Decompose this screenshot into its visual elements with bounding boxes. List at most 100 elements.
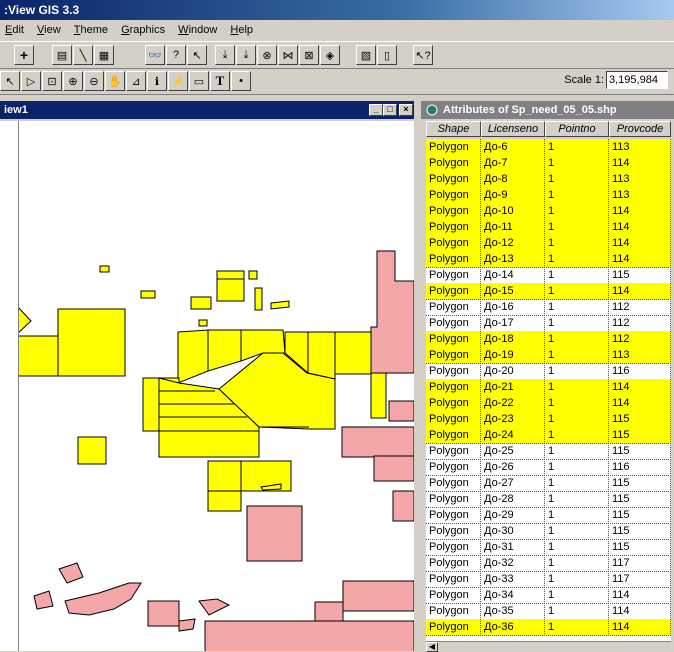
minimize-button[interactable]: _ bbox=[369, 104, 383, 116]
label-button[interactable]: ▭ bbox=[189, 71, 209, 91]
map-feature-selected[interactable] bbox=[207, 490, 242, 512]
table-row[interactable]: Polygon До-9 1 113 bbox=[426, 187, 671, 204]
measure-button[interactable]: ⊿ bbox=[126, 71, 146, 91]
map-feature[interactable] bbox=[64, 582, 142, 616]
table-row[interactable]: Polygon До-26 1 116 bbox=[426, 459, 671, 476]
table-row[interactable]: Polygon До-34 1 114 bbox=[426, 587, 671, 604]
pointer-button[interactable]: ↖ bbox=[0, 71, 20, 91]
menu-edit[interactable]: Edit bbox=[0, 21, 29, 39]
attribute-table[interactable]: Polygon До-6 1 113 Polygon До-7 1 114 Polygon До-… bbox=[426, 139, 671, 641]
menu-graphics[interactable]: Graphics bbox=[116, 21, 170, 39]
find-button[interactable]: 👓 bbox=[145, 45, 165, 65]
select-feature-button[interactable]: ⊡ bbox=[42, 71, 62, 91]
map-feature[interactable] bbox=[373, 455, 414, 482]
menu-view[interactable]: View bbox=[32, 21, 66, 39]
menu-theme[interactable]: Theme bbox=[69, 21, 113, 39]
map-canvas[interactable] bbox=[19, 121, 414, 651]
table-row[interactable]: Polygon До-22 1 114 bbox=[426, 395, 671, 412]
close-button[interactable]: × bbox=[399, 104, 413, 116]
table-row[interactable]: Polygon До-10 1 114 bbox=[426, 203, 671, 220]
query-button[interactable]: ? bbox=[166, 45, 186, 65]
map-feature-selected[interactable] bbox=[334, 331, 372, 375]
table-row[interactable]: Polygon До-11 1 114 bbox=[426, 219, 671, 236]
table-row[interactable]: Polygon До-15 1 114 bbox=[426, 283, 671, 300]
map-feature[interactable] bbox=[392, 490, 414, 522]
open-table-button[interactable]: ▯ bbox=[377, 45, 397, 65]
map-feature[interactable] bbox=[198, 598, 231, 616]
map-feature[interactable] bbox=[314, 601, 344, 623]
menu-window[interactable]: Window bbox=[173, 21, 222, 39]
table-row[interactable]: Polygon До-23 1 115 bbox=[426, 411, 671, 428]
table-row[interactable]: Polygon До-18 1 112 bbox=[426, 331, 671, 348]
table-row[interactable]: Polygon До-13 1 114 bbox=[426, 251, 671, 268]
table-row[interactable]: Polygon До-7 1 114 bbox=[426, 155, 671, 172]
select-button[interactable]: ↖ bbox=[187, 45, 207, 65]
map-feature-selected[interactable] bbox=[57, 308, 126, 377]
map-feature-selected[interactable] bbox=[198, 319, 208, 327]
table-row[interactable]: Polygon До-19 1 113 bbox=[426, 347, 671, 364]
table-row[interactable]: Polygon До-31 1 115 bbox=[426, 539, 671, 556]
zoom-previous-button[interactable]: ◈ bbox=[320, 45, 340, 65]
map-feature[interactable] bbox=[178, 618, 196, 632]
map-feature[interactable] bbox=[33, 590, 54, 610]
table-row[interactable]: Polygon До-32 1 117 bbox=[426, 555, 671, 572]
map-feature-selected[interactable] bbox=[19, 335, 59, 377]
text-button[interactable]: T bbox=[210, 71, 230, 91]
table-row[interactable]: Polygon До-21 1 114 bbox=[426, 379, 671, 396]
map-feature-selected[interactable] bbox=[216, 270, 245, 302]
map-feature[interactable] bbox=[147, 600, 180, 627]
zoom-in-fixed-button[interactable]: ⋈ bbox=[278, 45, 298, 65]
table-row[interactable]: Polygon До-20 1 116 bbox=[426, 363, 671, 380]
map-feature-selected[interactable] bbox=[19, 306, 32, 334]
table-row[interactable]: Polygon До-25 1 115 bbox=[426, 443, 671, 460]
pan-button[interactable]: ✋ bbox=[105, 71, 125, 91]
map-feature[interactable] bbox=[246, 505, 303, 562]
table-row[interactable]: Polygon До-30 1 115 bbox=[426, 523, 671, 540]
zoom-out-fixed-button[interactable]: ⊠ bbox=[299, 45, 319, 65]
horizontal-scrollbar[interactable]: ◀ bbox=[426, 641, 671, 652]
map-feature[interactable] bbox=[341, 426, 414, 458]
column-header-shape[interactable]: Shape bbox=[426, 121, 481, 137]
map-feature-selected[interactable] bbox=[99, 265, 110, 273]
vertex-edit-button[interactable]: ▷ bbox=[21, 71, 41, 91]
menu-help[interactable]: Help bbox=[225, 21, 258, 39]
table-of-contents[interactable] bbox=[0, 121, 19, 651]
map-feature-selected[interactable] bbox=[207, 329, 242, 372]
map-feature-selected[interactable] bbox=[77, 436, 107, 465]
zoom-active-button[interactable]: ⤓ bbox=[236, 45, 256, 65]
map-feature-selected[interactable] bbox=[190, 296, 212, 310]
layout-button[interactable]: ▧ bbox=[356, 45, 376, 65]
table-row[interactable]: Polygon До-33 1 117 bbox=[426, 571, 671, 588]
map-feature-selected[interactable] bbox=[140, 290, 156, 299]
table-row[interactable]: Polygon До-16 1 112 bbox=[426, 299, 671, 316]
map-feature[interactable] bbox=[370, 250, 414, 374]
zoom-full-button[interactable]: ⤓ bbox=[215, 45, 235, 65]
table-row[interactable]: Polygon До-8 1 113 bbox=[426, 171, 671, 188]
add-theme-button[interactable]: + bbox=[14, 45, 34, 65]
scale-input[interactable]: 3,195,984 bbox=[606, 71, 668, 89]
table-row[interactable]: Polygon До-12 1 114 bbox=[426, 235, 671, 252]
map-feature[interactable] bbox=[342, 580, 414, 612]
theme-properties-button[interactable]: ▤ bbox=[52, 45, 72, 65]
draw-point-button[interactable]: • bbox=[231, 71, 251, 91]
map-feature[interactable] bbox=[204, 620, 414, 651]
table-row[interactable]: Polygon До-27 1 115 bbox=[426, 475, 671, 492]
table-row[interactable]: Polygon До-24 1 115 bbox=[426, 427, 671, 444]
table-row[interactable]: Polygon До-36 1 114 bbox=[426, 619, 671, 636]
column-header-provcode[interactable]: Provcode bbox=[609, 121, 671, 137]
table-row[interactable]: Polygon До-28 1 115 bbox=[426, 491, 671, 508]
help-button[interactable]: ↖? bbox=[413, 45, 433, 65]
map-feature-selected[interactable] bbox=[177, 329, 209, 384]
map-feature-selected[interactable] bbox=[307, 331, 336, 380]
hotlink-button[interactable]: ⚡ bbox=[168, 71, 188, 91]
column-header-licenseno[interactable]: Licenseno bbox=[481, 121, 545, 137]
identify-button[interactable]: ℹ bbox=[147, 71, 167, 91]
map-feature-selected[interactable] bbox=[254, 287, 263, 311]
calculator-button[interactable]: ▦ bbox=[94, 45, 114, 65]
map-feature-selected[interactable] bbox=[248, 270, 258, 280]
map-feature[interactable] bbox=[388, 400, 414, 422]
zoom-out-button[interactable]: ⊖ bbox=[84, 71, 104, 91]
edit-legend-button[interactable]: ╲ bbox=[73, 45, 93, 65]
table-row[interactable]: Polygon До-35 1 114 bbox=[426, 603, 671, 620]
table-row[interactable]: Polygon До-14 1 115 bbox=[426, 267, 671, 284]
